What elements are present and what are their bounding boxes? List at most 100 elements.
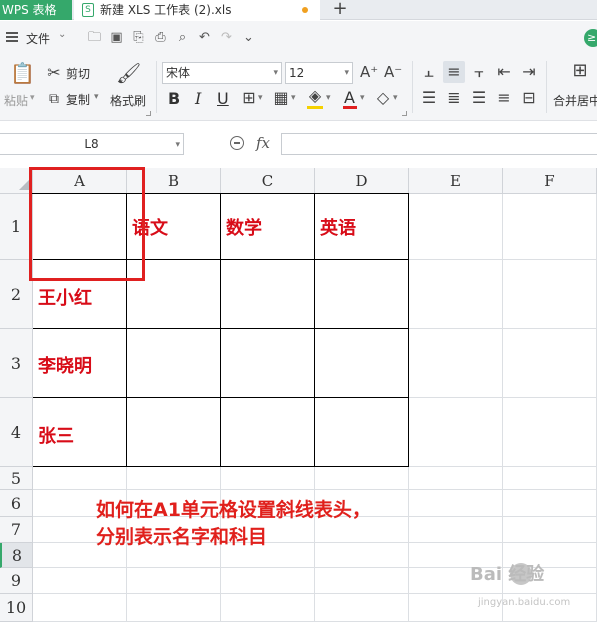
align-right-icon[interactable]: ☰ xyxy=(470,90,488,106)
document-tab[interactable]: S 新建 XLS 工作表 (2).xls xyxy=(74,0,320,20)
merge-center-button[interactable]: 合并居中 xyxy=(553,92,597,109)
cell[interactable] xyxy=(409,467,503,490)
italic-button[interactable]: I xyxy=(195,89,201,108)
align-bottom-icon[interactable]: ⫟ xyxy=(470,64,488,80)
cell[interactable] xyxy=(221,467,315,490)
copy-dropdown-icon[interactable]: ▾ xyxy=(94,92,99,102)
open-folder-icon[interactable]: 🗀 xyxy=(86,29,103,46)
clear-format-dropdown-icon[interactable]: ▾ xyxy=(393,93,398,103)
increase-indent-icon[interactable]: ⇥ xyxy=(520,64,538,80)
account-badge[interactable]: ≥ xyxy=(584,29,597,47)
cell[interactable] xyxy=(503,467,597,490)
cell[interactable] xyxy=(409,490,503,517)
column-header-f[interactable]: F xyxy=(503,168,597,194)
row-header-3[interactable]: 3 xyxy=(0,329,33,398)
cell[interactable] xyxy=(409,398,503,467)
zoom-out-icon[interactable] xyxy=(230,136,244,150)
cell[interactable] xyxy=(409,329,503,398)
app-tab-wps[interactable]: WPS 表格 xyxy=(0,0,72,20)
column-header-d[interactable]: D xyxy=(315,168,409,194)
row-header-4[interactable]: 4 xyxy=(0,398,33,467)
table-cell[interactable] xyxy=(220,328,315,398)
fill-color-icon[interactable]: ◈ xyxy=(306,88,324,104)
table-cell[interactable] xyxy=(126,328,221,398)
font-size-select[interactable]: 12 ▾ xyxy=(285,62,353,84)
bold-button[interactable]: B xyxy=(168,89,180,108)
borders-dropdown-icon[interactable]: ▾ xyxy=(258,93,263,103)
row-header-8[interactable]: 8 xyxy=(0,543,33,568)
align-left-icon[interactable]: ☰ xyxy=(420,90,438,106)
borders-icon[interactable]: ⊞ xyxy=(240,90,258,106)
print-icon[interactable]: ⎙ xyxy=(152,29,169,46)
insert-function-icon[interactable]: fx xyxy=(256,134,270,152)
distributed-align-icon[interactable]: ⊟ xyxy=(520,90,538,106)
fill-color-dropdown-icon[interactable]: ▾ xyxy=(326,93,331,103)
cell[interactable] xyxy=(503,517,597,543)
cell[interactable] xyxy=(127,594,221,622)
clipboard-group-launcher-icon[interactable] xyxy=(146,111,151,116)
increase-font-size-icon[interactable]: A⁺ xyxy=(360,64,378,80)
table-cell[interactable] xyxy=(314,328,409,398)
cell[interactable] xyxy=(503,194,597,260)
cell[interactable] xyxy=(315,568,409,594)
cell[interactable] xyxy=(221,568,315,594)
chevron-down-icon[interactable]: ⌄ xyxy=(58,29,66,40)
font-color-icon[interactable]: A xyxy=(344,88,355,107)
cell[interactable] xyxy=(315,467,409,490)
font-group-launcher-icon[interactable] xyxy=(402,111,407,116)
scissors-icon[interactable]: ✂ xyxy=(46,65,62,81)
align-middle-icon[interactable]: ≡ xyxy=(445,64,463,80)
align-center-icon[interactable]: ≣ xyxy=(445,90,463,106)
hamburger-menu-icon[interactable] xyxy=(6,32,18,42)
column-header-c[interactable]: C xyxy=(221,168,315,194)
customize-toolbar-icon[interactable]: ⌄ xyxy=(240,29,257,46)
format-painter-icon[interactable]: 🖌 xyxy=(116,61,141,85)
align-top-icon[interactable]: ⫠ xyxy=(420,64,438,80)
justify-icon[interactable]: ≡ xyxy=(495,90,513,106)
font-color-dropdown-icon[interactable]: ▾ xyxy=(360,93,365,103)
export-pdf-icon[interactable]: ⎘ xyxy=(130,29,147,46)
decrease-font-size-icon[interactable]: A⁻ xyxy=(384,64,402,80)
clear-format-icon[interactable]: ◇ xyxy=(374,90,392,106)
cut-button[interactable]: 剪切 xyxy=(66,65,90,82)
cell[interactable] xyxy=(33,467,127,490)
copy-icon[interactable]: ⧉ xyxy=(46,91,62,107)
cell[interactable] xyxy=(503,260,597,329)
fill-pattern-icon[interactable]: ▦ xyxy=(272,90,290,106)
font-name-select[interactable]: 宋体 ▾ xyxy=(162,62,282,84)
paste-icon[interactable]: 📋 xyxy=(10,61,35,85)
cell[interactable] xyxy=(503,490,597,517)
table-cell[interactable] xyxy=(220,397,315,467)
column-header-e[interactable]: E xyxy=(409,168,503,194)
cell[interactable] xyxy=(33,568,127,594)
cell[interactable] xyxy=(503,329,597,398)
formula-input[interactable] xyxy=(281,133,597,155)
cell[interactable] xyxy=(221,594,315,622)
copy-button[interactable]: 复制 xyxy=(66,91,90,108)
fill-pattern-dropdown-icon[interactable]: ▾ xyxy=(291,93,296,103)
table-cell[interactable] xyxy=(314,397,409,467)
cell[interactable] xyxy=(409,194,503,260)
paste-dropdown-icon[interactable]: ▾ xyxy=(30,93,35,103)
decrease-indent-icon[interactable]: ⇤ xyxy=(495,64,513,80)
row-header-9[interactable]: 9 xyxy=(0,568,33,594)
row-header-5[interactable]: 5 xyxy=(0,467,33,490)
cell[interactable] xyxy=(315,594,409,622)
undo-icon[interactable]: ↶ xyxy=(196,29,213,46)
cell[interactable] xyxy=(33,594,127,622)
table-cell[interactable] xyxy=(220,259,315,329)
name-box[interactable]: L8 ▾ xyxy=(0,133,184,155)
merge-cells-icon[interactable]: ⊞ xyxy=(568,62,592,80)
cell[interactable] xyxy=(409,260,503,329)
print-preview-icon[interactable]: ⌕ xyxy=(174,29,191,46)
row-header-6[interactable]: 6 xyxy=(0,490,33,517)
save-icon[interactable]: ▣ xyxy=(108,29,125,46)
underline-button[interactable]: U xyxy=(217,89,229,108)
paste-button-label[interactable]: 粘贴 xyxy=(4,92,28,109)
cell[interactable] xyxy=(127,467,221,490)
row-header-10[interactable]: 10 xyxy=(0,594,33,622)
row-header-7[interactable]: 7 xyxy=(0,517,33,543)
format-painter-button[interactable]: 格式刷 xyxy=(110,92,146,109)
table-cell[interactable] xyxy=(126,397,221,467)
file-menu[interactable]: 文件 xyxy=(26,30,50,47)
